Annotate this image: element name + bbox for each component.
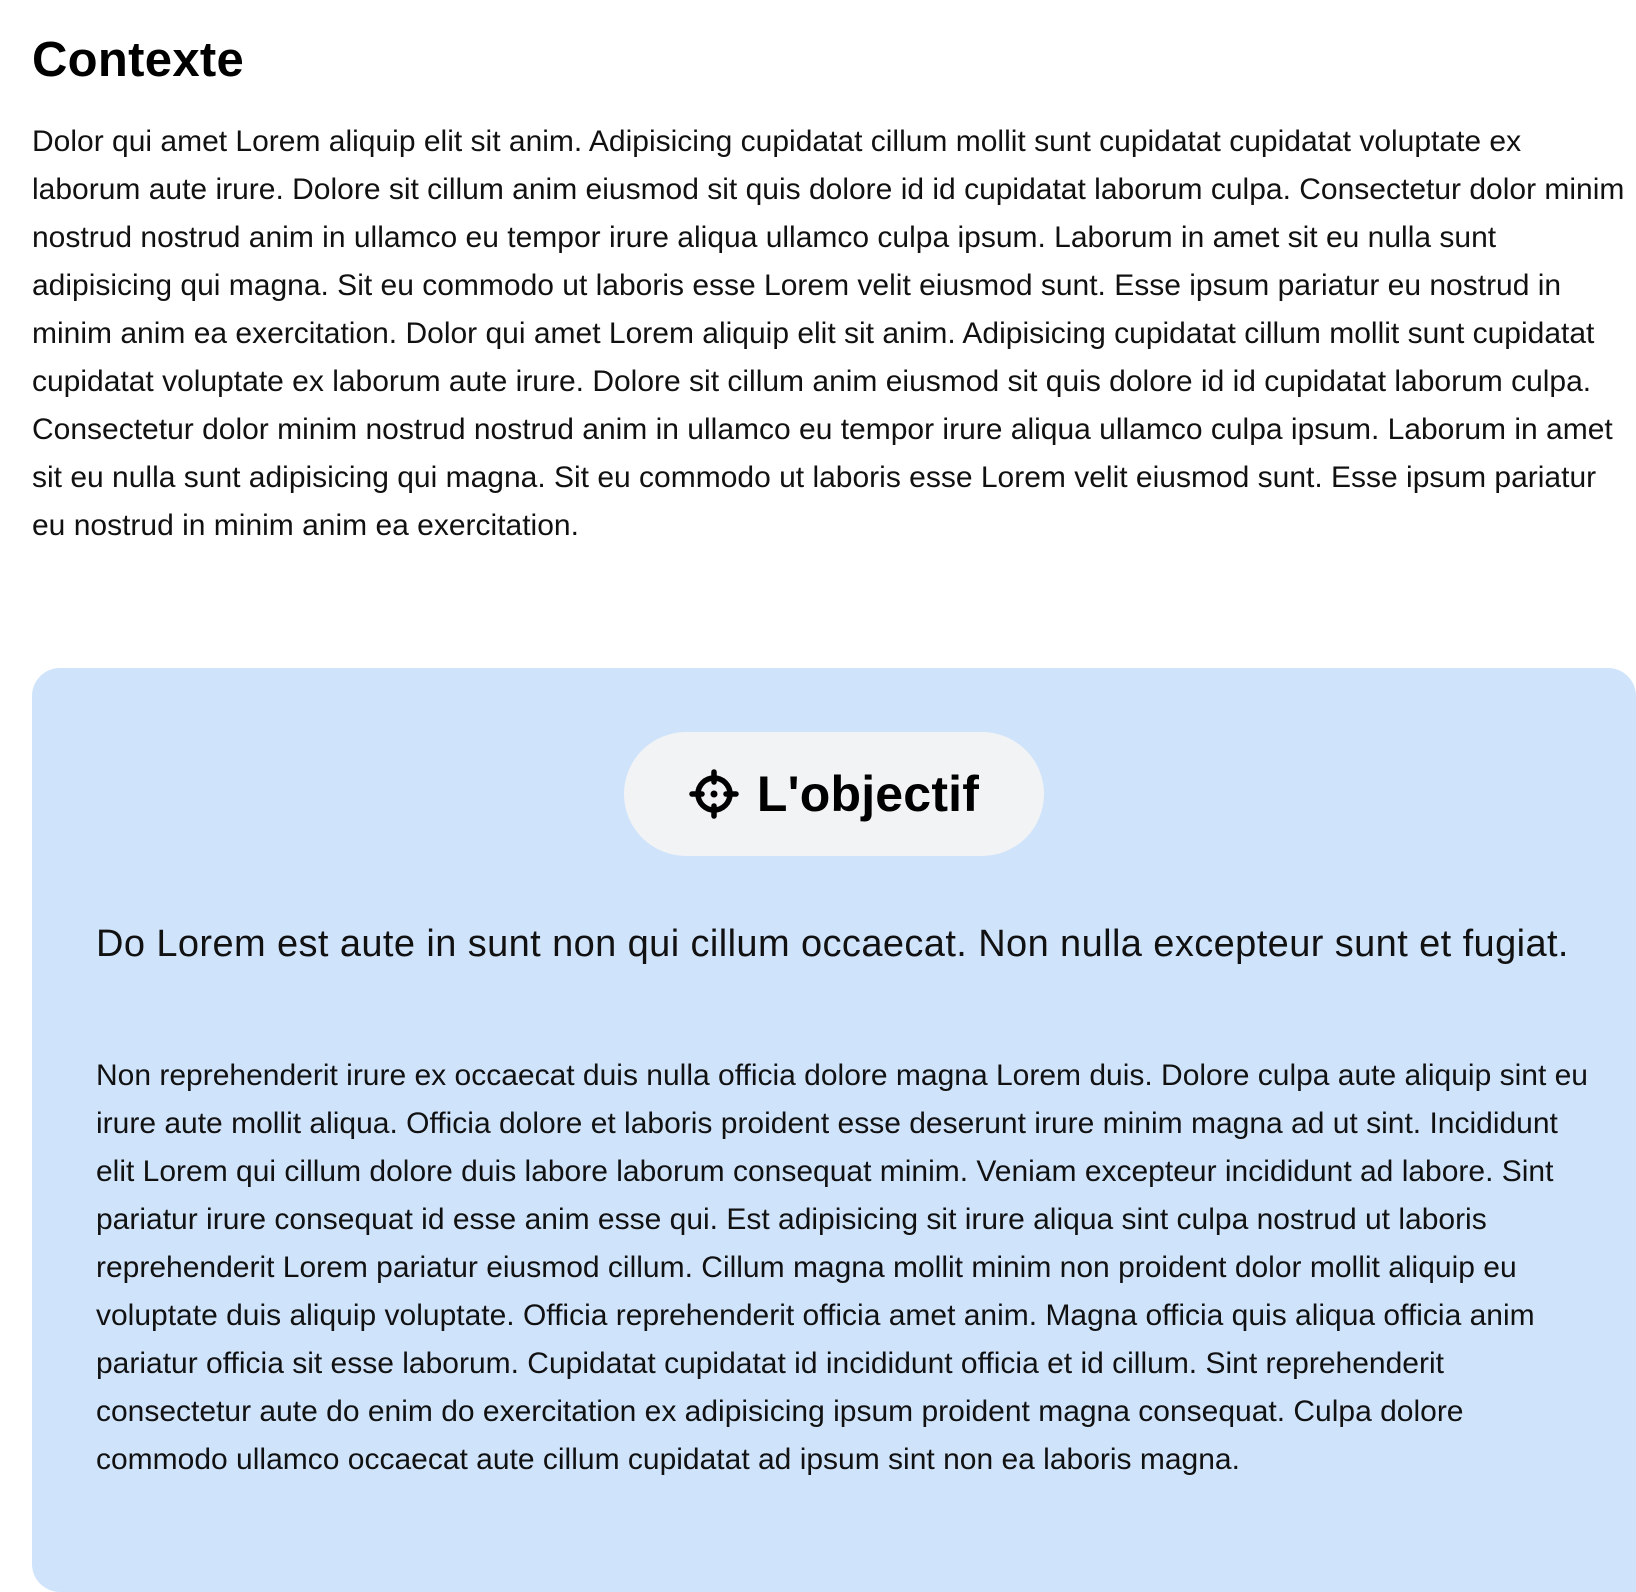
objective-card: L'objectif Do Lorem est aute in sunt non… <box>32 668 1636 1592</box>
objective-body: Non reprehenderit irure ex occaecat duis… <box>96 1059 1588 1476</box>
context-body: Dolor qui amet Lorem aliquip elit sit an… <box>32 125 1625 542</box>
context-title: Contexte <box>32 33 245 87</box>
page: Contexte Dolor qui amet Lorem aliquip el… <box>32 0 1636 1592</box>
objective-badge: L'objectif <box>624 732 1044 856</box>
target-icon <box>689 769 739 819</box>
objective-lead: Do Lorem est aute in sunt non qui cillum… <box>96 923 1569 965</box>
objective-label: L'objectif <box>756 766 980 822</box>
